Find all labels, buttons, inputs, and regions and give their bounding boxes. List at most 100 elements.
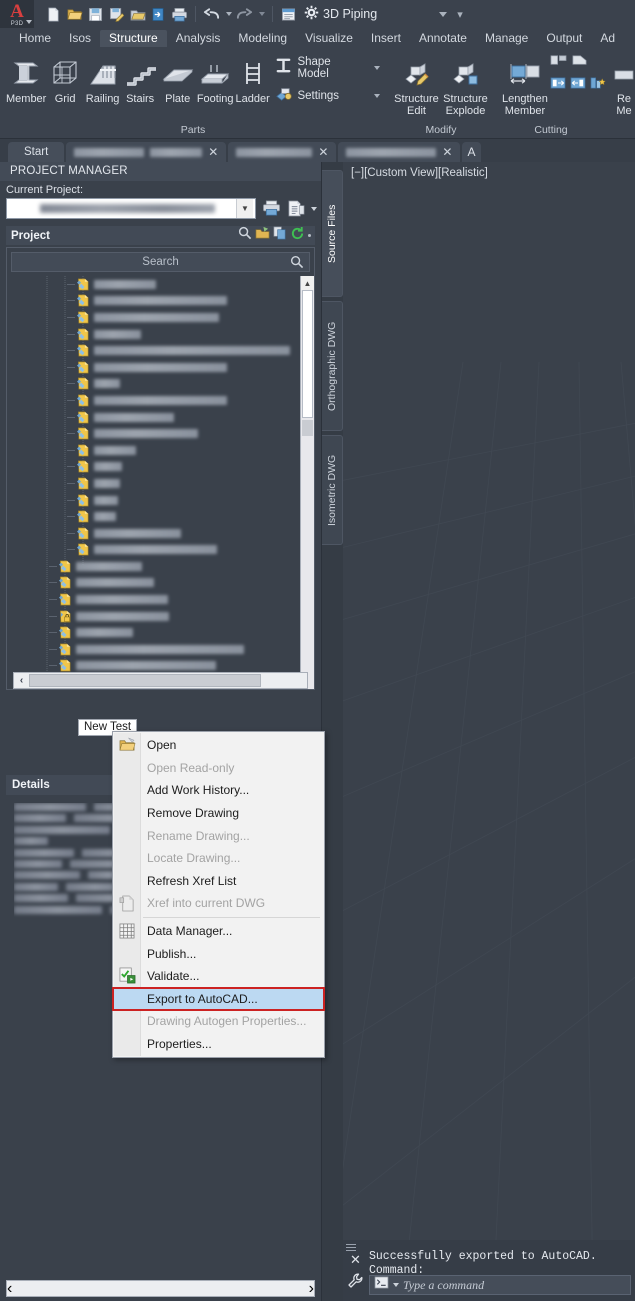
refresh-icon[interactable] [290,226,305,246]
tree-item[interactable] [7,326,300,343]
chevron-down-icon[interactable] [374,94,380,98]
redo-dropdown-icon[interactable] [256,5,266,24]
palette-horizontal-scrollbar[interactable]: ‹ › [6,1280,315,1297]
ladder-button[interactable]: Ladder [234,51,272,105]
trim-member-left-icon[interactable] [550,76,566,95]
tree-item[interactable] [7,276,300,293]
trim-member-right-icon[interactable] [570,76,586,95]
scroll-up-icon[interactable]: ▲ [301,276,314,290]
cut-member-start-icon[interactable] [550,53,567,73]
ribbon-tab-insert[interactable]: Insert [362,30,410,47]
project-setup-icon[interactable] [286,199,306,219]
side-tab-source-files[interactable]: Source Files [322,170,343,297]
plate-button[interactable]: Plate [159,51,197,105]
qat-customize-icon[interactable]: ▾ [457,8,463,21]
shape-model-button[interactable]: Shape Model [275,56,380,80]
menu-item-data-manager[interactable]: Data Manager... [113,920,324,943]
stairs-button[interactable]: Stairs [121,51,159,105]
drawing-tab-1[interactable]: ✕ [66,142,227,162]
chevron-down-icon[interactable]: ▼ [236,199,253,218]
tree-item[interactable] [7,442,300,459]
settings-button[interactable]: Settings [275,85,380,107]
tree-item[interactable] [7,425,300,442]
close-icon[interactable]: ✕ [442,146,452,158]
chevron-down-icon[interactable] [374,66,380,70]
current-project-combobox[interactable]: ▼ [6,198,256,219]
tree-horizontal-scrollbar[interactable]: ‹ [13,672,308,689]
layout-icon[interactable] [279,5,298,24]
scroll-thumb[interactable] [302,290,313,418]
lengthen-member-button[interactable]: Lengthen Member [502,51,548,117]
scroll-track-segment[interactable] [302,420,313,436]
paste-drawings-icon[interactable] [273,226,287,245]
drawing-tab-start[interactable]: Start [8,142,65,162]
ribbon-tab-home[interactable]: Home [10,30,60,47]
more-options-icon[interactable] [308,234,311,237]
chevron-down-icon[interactable] [393,1283,399,1287]
scroll-right-icon[interactable]: › [309,1280,314,1298]
ribbon-tab-analysis[interactable]: Analysis [167,30,230,47]
menu-item-refresh-xref-list[interactable]: Refresh Xref List [113,870,324,893]
workspace-gear-icon[interactable] [304,5,319,23]
viewport-label[interactable]: [−][Custom View][Realistic] [351,167,488,179]
member-settings-icon[interactable] [590,76,606,95]
cut-member-end-icon[interactable] [571,53,588,73]
structure-explode-button[interactable]: Structure Explode [441,51,490,117]
close-icon[interactable]: ✕ [350,1253,361,1266]
tree-item[interactable] [7,293,300,310]
menu-item-remove-drawing[interactable]: Remove Drawing [113,802,324,825]
tree-item[interactable] [7,409,300,426]
open-icon[interactable] [65,5,84,24]
save-icon[interactable] [86,5,105,24]
tree-item[interactable] [7,575,300,592]
tree-item[interactable] [7,508,300,525]
ribbon-tab-output[interactable]: Output [537,30,591,47]
menu-item-open[interactable]: Open [113,734,324,757]
tree-item[interactable] [7,459,300,476]
tree-item[interactable] [7,542,300,559]
ribbon-tab-modeling[interactable]: Modeling [229,30,296,47]
ribbon-tab-structure[interactable]: Structure [100,30,167,47]
search-input[interactable]: Search [11,252,310,272]
application-menu-button[interactable]: A P3D [0,0,34,28]
undo-dropdown-icon[interactable] [223,5,233,24]
tree-item[interactable] [7,492,300,509]
tree-item[interactable] [7,392,300,409]
scroll-left-icon[interactable]: ‹ [7,1280,12,1298]
tree-item[interactable] [7,624,300,641]
drawing-tab-2[interactable]: ✕ [228,142,337,162]
railing-button[interactable]: Railing [84,51,122,105]
publish-icon[interactable] [261,199,281,219]
side-tab-orthographic-dwg[interactable]: Orthographic DWG [322,301,343,431]
drawing-tab-add[interactable]: A [462,142,481,162]
tree-item[interactable] [7,558,300,575]
new-icon[interactable] [44,5,63,24]
menu-item-export-to-autocad[interactable]: Export to AutoCAD... [112,986,325,1012]
drawing-context-menu[interactable]: Open Open Read-only Add Work History... Rem… [112,731,325,1059]
search-icon[interactable] [290,255,304,274]
ribbon-tab-manage[interactable]: Manage [476,30,537,47]
member-button[interactable]: Member [6,51,46,105]
footing-button[interactable]: Footing [196,51,234,105]
chevron-down-icon[interactable] [311,206,317,211]
close-icon[interactable]: ✕ [208,146,218,158]
tree-vertical-scrollbar[interactable]: ▲ [300,276,314,689]
scroll-left-icon[interactable]: ‹ [14,673,29,688]
drawing-viewport[interactable]: [−][Custom View][Realistic] [343,162,635,1301]
drag-grip-icon[interactable] [346,1244,356,1251]
side-tab-isometric-dwg[interactable]: Isometric DWG [322,435,343,545]
wrench-icon[interactable] [347,1272,363,1295]
tree-item[interactable] [7,608,300,625]
command-input[interactable]: Type a command [369,1275,631,1295]
workspace-name[interactable]: 3D Piping [323,7,377,21]
close-icon[interactable]: ✕ [318,146,328,158]
tree-item[interactable] [7,376,300,393]
tree-item[interactable] [7,309,300,326]
copy-drawings-icon[interactable] [255,226,270,245]
tree-item[interactable] [7,359,300,376]
ribbon-tab-addins[interactable]: Ad [591,30,624,47]
menu-item-add-work-history[interactable]: Add Work History... [113,779,324,802]
redo-icon[interactable] [235,5,254,24]
tree-item[interactable] [7,475,300,492]
menu-item-properties[interactable]: Properties... [113,1033,324,1056]
